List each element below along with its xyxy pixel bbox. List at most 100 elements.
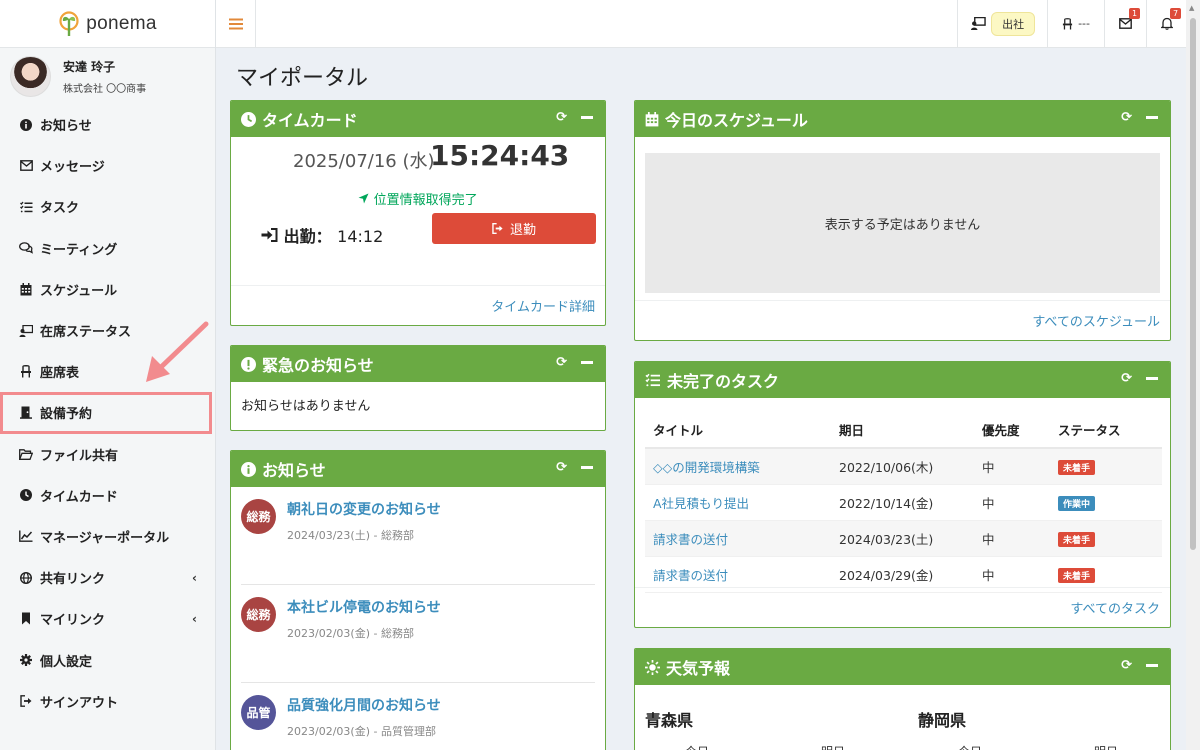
box-tools: ⟳	[1121, 110, 1158, 125]
sidebar-item-tasks[interactable]: タスク	[0, 186, 215, 227]
column-header: タイトル	[645, 412, 831, 449]
box-title: 天気予報	[666, 659, 731, 678]
box-tools: ⟳	[556, 460, 593, 475]
sidebar-item-meeting[interactable]: ミーティング	[0, 228, 215, 269]
sidebar-item-timecard[interactable]: タイムカード	[0, 475, 215, 516]
refresh-icon[interactable]: ⟳	[1121, 658, 1132, 673]
sidebar-item-manager-portal[interactable]: マネージャーポータル	[0, 516, 215, 557]
minimize-icon[interactable]	[581, 361, 593, 364]
task-link[interactable]: A社見積もり提出	[653, 496, 749, 511]
status-badge: 未着手	[1058, 459, 1096, 475]
box-title: タイムカード	[262, 111, 358, 130]
task-due-cell: 2022/10/14(金)	[831, 484, 974, 521]
timecard-box: タイムカード ⟳ 2025/07/16 (水) 15:24:43 位置情報取得完…	[230, 100, 606, 326]
chevron-left-icon: ‹	[192, 611, 197, 626]
clock-in-label: 出勤：	[283, 227, 332, 246]
notifications-button[interactable]: 7	[1146, 0, 1186, 47]
notice-meta: 2023/02/03(金) - 総務部	[287, 627, 414, 640]
notice-title[interactable]: 本社ビル停電のお知らせ	[287, 597, 441, 617]
sidebar-item-label: マネージャーポータル	[40, 530, 170, 546]
weather-day: 明日	[821, 743, 845, 750]
box-tools: ⟳	[556, 355, 593, 370]
comments-icon	[19, 241, 33, 255]
envelope-icon	[1119, 18, 1132, 29]
status-badge: 作業中	[1058, 495, 1096, 511]
scroll-up-icon[interactable]: ▲	[1189, 4, 1194, 12]
ponema-logo-icon	[59, 10, 79, 36]
seat-button[interactable]: ---	[1047, 0, 1104, 47]
sidebar-item-label: ファイル共有	[40, 448, 119, 464]
messages-button[interactable]: 1	[1104, 0, 1146, 47]
task-due-cell: 2024/03/23(土)	[831, 520, 974, 557]
sidebar-item-label: メッセージ	[40, 160, 105, 176]
sidebar-item-sign-out[interactable]: サインアウト	[0, 681, 215, 722]
sidebar-item-facility-booking[interactable]: 設備予約	[0, 392, 212, 434]
weather-box: 天気予報 ⟳ 青森県 静岡県 今日 明日 今日 明日	[634, 648, 1171, 750]
notice-item[interactable]: 品管 品質強化月間のお知らせ 2023/02/03(金) - 品質管理部	[241, 683, 595, 750]
all-schedule-link[interactable]: すべてのスケジュール	[635, 300, 1170, 340]
gear-icon	[19, 653, 33, 667]
task-link[interactable]: 請求書の送付	[653, 568, 728, 583]
sidebar-item-settings[interactable]: 個人設定	[0, 639, 215, 680]
task-status-cell: 未着手	[1050, 520, 1162, 557]
timecard-detail-link[interactable]: タイムカード詳細	[231, 285, 605, 325]
page-scrollbar[interactable]: ▲	[1186, 0, 1200, 750]
refresh-icon[interactable]: ⟳	[1121, 371, 1132, 386]
box-title: お知らせ	[262, 461, 326, 480]
schedule-empty-message: 表示する予定はありません	[645, 153, 1160, 293]
scrollbar-thumb[interactable]	[1190, 18, 1196, 550]
column-header: ステータス	[1050, 412, 1162, 449]
sidebar-item-messages[interactable]: メッセージ	[0, 145, 215, 186]
refresh-icon[interactable]: ⟳	[556, 355, 567, 370]
current-time: 15:24:43	[430, 139, 570, 172]
page-title: マイポータル	[236, 66, 369, 91]
table-header-row: タイトル 期日 優先度 ステータス	[645, 412, 1162, 449]
hamburger-icon	[228, 18, 243, 29]
tasks-box: 未完了のタスク ⟳ タイトル 期日 優先度 ステータス ◇◇の開発環境構築 20…	[634, 361, 1171, 628]
sidebar-menu: お知らせ メッセージ タスク ミーティング スケジュール 在席ステータス 座席表…	[0, 104, 215, 722]
box-header: 未完了のタスク ⟳	[635, 362, 1170, 398]
sign-in-icon	[261, 228, 278, 242]
sidebar-item-file-share[interactable]: ファイル共有	[0, 434, 215, 475]
notice-title[interactable]: 品質強化月間のお知らせ	[287, 695, 441, 715]
presence-status-button[interactable]: 出社	[957, 0, 1047, 47]
clock-in-info: 出勤： 14:12	[261, 223, 383, 247]
minimize-icon[interactable]	[1146, 377, 1158, 380]
minimize-icon[interactable]	[581, 116, 593, 119]
minimize-icon[interactable]	[581, 466, 593, 469]
sidebar-item-my-links[interactable]: マイリンク ‹	[0, 598, 215, 639]
chevron-left-icon: ‹	[192, 570, 197, 585]
minimize-icon[interactable]	[1146, 116, 1158, 119]
box-header: 今日のスケジュール ⟳	[635, 101, 1170, 137]
box-tools: ⟳	[1121, 658, 1158, 673]
box-title: 緊急のお知らせ	[262, 356, 374, 375]
menu-toggle-button[interactable]	[216, 0, 256, 47]
door-icon	[19, 406, 33, 420]
sidebar-item-schedule[interactable]: スケジュール	[0, 269, 215, 310]
sidebar-item-label: 在席ステータス	[40, 325, 132, 341]
refresh-icon[interactable]: ⟳	[556, 460, 567, 475]
task-title-cell: ◇◇の開発環境構築	[645, 448, 831, 485]
notice-title[interactable]: 朝礼日の変更のお知らせ	[287, 499, 441, 519]
tasks-icon	[645, 373, 660, 387]
all-tasks-link[interactable]: すべてのタスク	[635, 587, 1170, 627]
task-link[interactable]: 請求書の送付	[653, 532, 728, 547]
clock-out-button[interactable]: 退勤	[432, 213, 596, 244]
category-badge: 総務	[241, 499, 276, 534]
logo[interactable]: ponema	[0, 0, 215, 48]
notice-item[interactable]: 総務 朝礼日の変更のお知らせ 2024/03/23(土) - 総務部	[241, 487, 595, 585]
notice-item[interactable]: 総務 本社ビル停電のお知らせ 2023/02/03(金) - 総務部	[241, 585, 595, 683]
user-company: 株式会社 〇〇商事	[63, 83, 147, 95]
clock-icon	[19, 488, 33, 502]
avatar	[10, 55, 51, 97]
schedule-box: 今日のスケジュール ⟳ 表示する予定はありません すべてのスケジュール	[634, 100, 1171, 341]
refresh-icon[interactable]: ⟳	[556, 110, 567, 125]
exclamation-icon	[241, 356, 256, 372]
user-panel[interactable]: 安達 玲子 株式会社 〇〇商事	[0, 48, 215, 104]
sidebar-item-label: タスク	[40, 201, 80, 217]
sidebar-item-notices[interactable]: お知らせ	[0, 104, 215, 145]
minimize-icon[interactable]	[1146, 664, 1158, 667]
refresh-icon[interactable]: ⟳	[1121, 110, 1132, 125]
task-link[interactable]: ◇◇の開発環境構築	[653, 460, 760, 475]
sidebar-item-shared-links[interactable]: 共有リンク ‹	[0, 557, 215, 598]
